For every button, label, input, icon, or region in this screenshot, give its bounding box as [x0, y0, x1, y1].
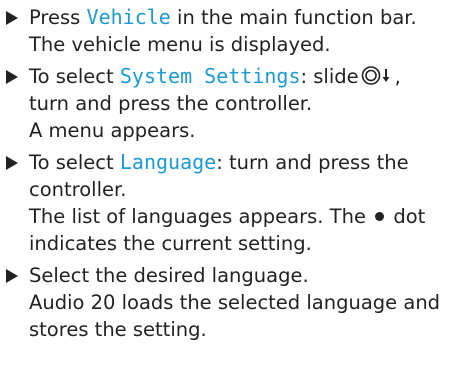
step-result: The vehicle menu is displayed. — [29, 33, 331, 56]
menu-term-vehicle: Vehicle — [86, 5, 171, 29]
step-line: Press Vehicle in the main function bar. — [29, 5, 417, 29]
controller-slide-down-icon — [361, 65, 395, 93]
step-result: Audio 20 loads the selected language and — [29, 291, 441, 314]
step-line: Select the desired language. — [29, 264, 309, 287]
instruction-document: Press Vehicle in the main function bar. … — [0, 0, 457, 368]
menu-term-language: Language — [119, 150, 217, 174]
step-result: stores the setting. — [29, 318, 207, 341]
step-result: indicates the current setting. — [29, 232, 312, 255]
bullet-arrow-icon — [5, 262, 23, 289]
bullet-arrow-icon — [5, 63, 23, 90]
step-result: The list of languages appears. The dot — [29, 205, 426, 228]
bullet-arrow-icon — [5, 149, 23, 176]
filled-dot-icon — [375, 212, 385, 221]
bullet-arrow-icon — [5, 4, 23, 31]
menu-term-system-settings: System Settings — [119, 64, 301, 88]
step-result: A menu appears. — [29, 119, 196, 142]
step-line: turn and press the controller. — [29, 92, 313, 115]
step-line: To select Language: turn and press the — [29, 150, 409, 174]
step-line: To select System Settings: slide, — [29, 63, 457, 90]
step-line: controller. — [29, 178, 127, 201]
